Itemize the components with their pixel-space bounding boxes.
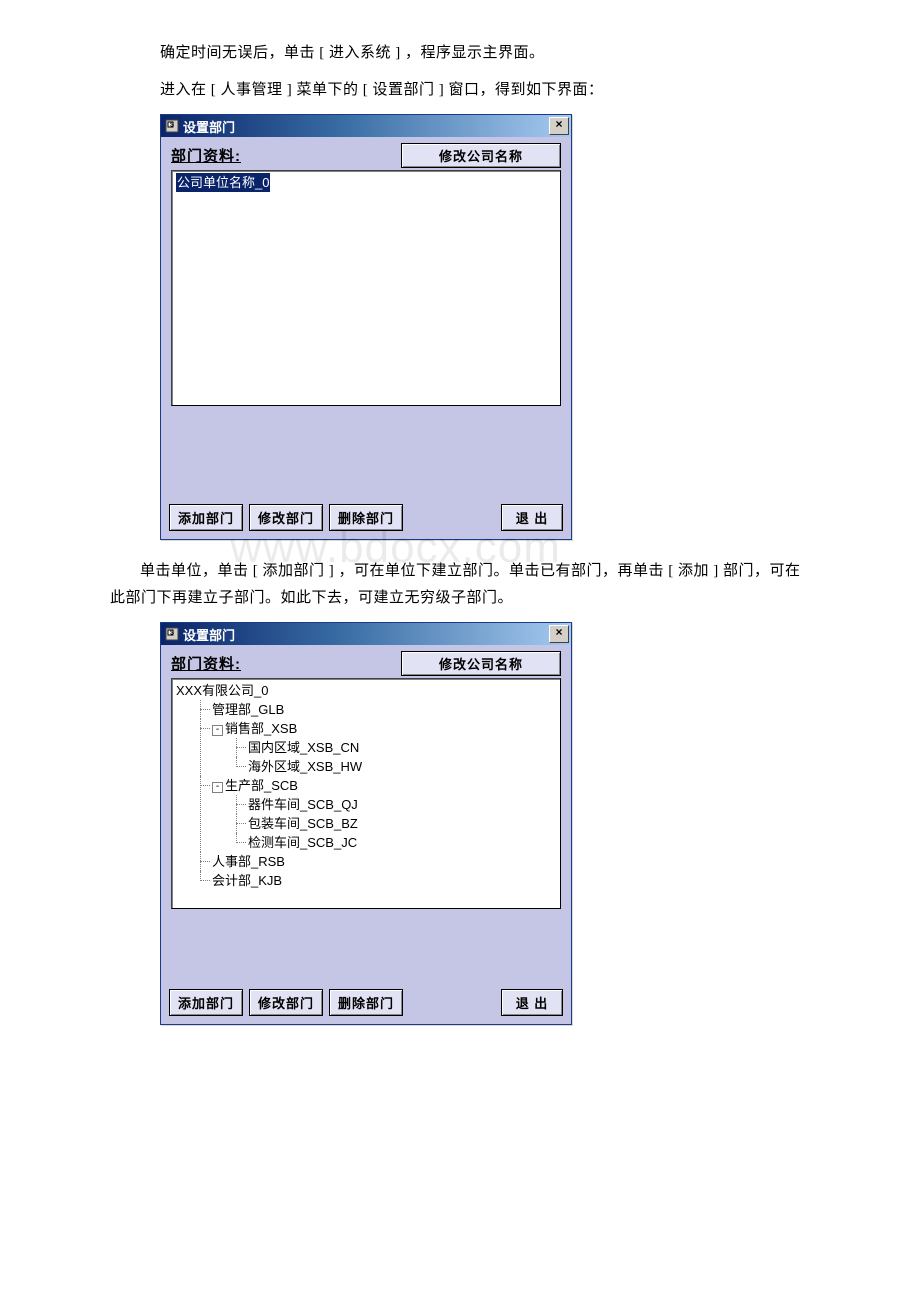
svg-text:S: S <box>170 631 174 637</box>
section-label: 部门资料: <box>171 653 241 674</box>
delete-dept-button[interactable]: 删除部门 <box>329 504 403 531</box>
dept-tree[interactable]: 公司单位名称_0 <box>171 170 561 406</box>
window-title: 设置部门 <box>183 117 549 136</box>
tree-item[interactable]: 国内区域_XSB_CN <box>232 738 556 757</box>
section-label: 部门资料: <box>171 145 241 166</box>
exit-button[interactable]: 退 出 <box>501 989 563 1016</box>
add-dept-button[interactable]: 添加部门 <box>169 989 243 1016</box>
spacer <box>161 911 571 983</box>
tree-item[interactable]: 器件车间_SCB_QJ <box>232 795 556 814</box>
collapse-icon[interactable]: - <box>212 782 223 793</box>
titlebar[interactable]: S 设置部门 × <box>161 623 571 645</box>
window-title: 设置部门 <box>183 625 549 644</box>
tree-item[interactable]: 包装车间_SCB_BZ <box>232 814 556 833</box>
collapse-icon[interactable]: - <box>212 725 223 736</box>
close-icon[interactable]: × <box>549 117 569 135</box>
tree-item[interactable]: -销售部_XSB 国内区域_XSB_CN 海外区域_XSB_HW <box>196 719 556 776</box>
tree-item[interactable]: 检测车间_SCB_JC <box>232 833 556 852</box>
tree-item[interactable]: 会计部_KJB <box>196 871 556 890</box>
delete-dept-button[interactable]: 删除部门 <box>329 989 403 1016</box>
tree-root-selected[interactable]: 公司单位名称_0 <box>176 173 270 192</box>
titlebar[interactable]: S 设置部门 × <box>161 115 571 137</box>
modify-dept-button[interactable]: 修改部门 <box>249 504 323 531</box>
app-icon: S <box>165 627 179 641</box>
dept-settings-dialog: S 设置部门 × 部门资料: 修改公司名称 公司单位名称_0 添加部门 修改部门… <box>160 114 572 540</box>
add-dept-button[interactable]: 添加部门 <box>169 504 243 531</box>
tree-item[interactable]: 人事部_RSB <box>196 852 556 871</box>
spacer <box>161 408 571 498</box>
tree-root[interactable]: XXX有限公司_0 管理部_GLB -销售部_XSB 国内区域_XSB_CN 海… <box>176 681 556 890</box>
dept-tree[interactable]: XXX有限公司_0 管理部_GLB -销售部_XSB 国内区域_XSB_CN 海… <box>171 678 561 909</box>
tree-item[interactable]: 海外区域_XSB_HW <box>232 757 556 776</box>
button-row: 添加部门 修改部门 删除部门 退 出 <box>161 983 571 1024</box>
doc-paragraph: 进入在 [ 人事管理 ] 菜单下的 [ 设置部门 ] 窗口，得到如下界面： <box>160 77 870 104</box>
doc-paragraph: 单击单位，单击 [ 添加部门 ] ，可在单位下建立部门。单击已有部门，再单击 [… <box>110 558 810 612</box>
modify-dept-button[interactable]: 修改部门 <box>249 989 323 1016</box>
dept-settings-dialog-populated: S 设置部门 × 部门资料: 修改公司名称 XXX有限公司_0 管理部_GLB … <box>160 622 572 1025</box>
app-icon: S <box>165 119 179 133</box>
svg-text:S: S <box>170 123 174 129</box>
close-icon[interactable]: × <box>549 625 569 643</box>
modify-company-button[interactable]: 修改公司名称 <box>401 651 561 676</box>
tree-item[interactable]: -生产部_SCB 器件车间_SCB_QJ 包装车间_SCB_BZ 检测车间_SC… <box>196 776 556 852</box>
modify-company-button[interactable]: 修改公司名称 <box>401 143 561 168</box>
doc-paragraph: 确定时间无误后，单击 [ 进入系统 ] ，程序显示主界面。 <box>160 40 870 67</box>
button-row: 添加部门 修改部门 删除部门 退 出 <box>161 498 571 539</box>
exit-button[interactable]: 退 出 <box>501 504 563 531</box>
tree-item[interactable]: 管理部_GLB <box>196 700 556 719</box>
